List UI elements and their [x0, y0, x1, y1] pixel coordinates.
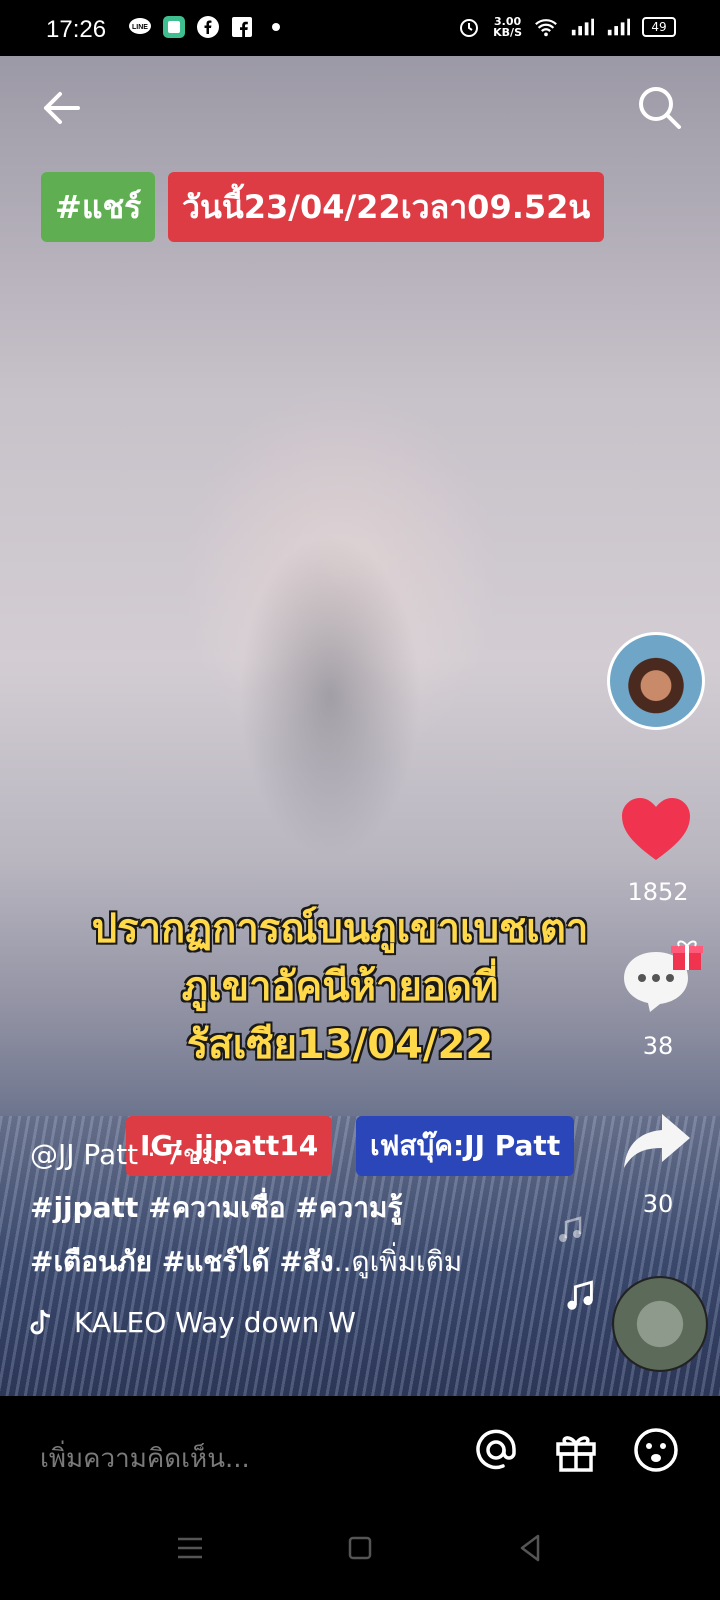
back-arrow-icon	[44, 92, 80, 124]
comment-count: 38	[642, 1032, 674, 1060]
gift-badge-icon	[670, 938, 704, 972]
share-arrow-icon	[624, 1114, 690, 1168]
video-overlay-title: ปรากฏการณ์บนภูเขาเบชเตา ภูเขาอัคนีห้ายอด…	[0, 900, 680, 1074]
facebook-square-icon	[230, 15, 254, 39]
status-bar: 17:26 LINE 3.00 KB/S 49	[0, 0, 720, 56]
like-count: 1852	[627, 878, 689, 906]
battery-indicator: 49	[642, 17, 676, 37]
network-speed: 3.00 KB/S	[493, 16, 522, 38]
menu-icon	[178, 1537, 202, 1559]
search-button[interactable]	[636, 84, 684, 132]
creator-avatar[interactable]	[607, 632, 705, 730]
recent-apps-button[interactable]	[170, 1528, 210, 1568]
emoji-icon	[634, 1428, 678, 1472]
line-app-icon: LINE	[128, 15, 152, 39]
music-info[interactable]: KALEO Way down W	[30, 1306, 356, 1339]
app-notification-icon	[162, 15, 186, 39]
gift-button[interactable]	[552, 1426, 600, 1474]
overlay-line-1: ปรากฏการณ์บนภูเขาเบชเตา	[91, 906, 589, 952]
mention-button[interactable]	[472, 1426, 520, 1474]
music-track-label: KALEO Way down W	[74, 1306, 356, 1339]
system-nav-bar	[0, 1528, 720, 1584]
share-button[interactable]	[622, 1112, 692, 1170]
at-sign-icon	[476, 1429, 516, 1470]
emoji-button[interactable]	[632, 1426, 680, 1474]
facebook-badge: เฟสบุ๊ค:JJ Patt	[356, 1116, 575, 1176]
svg-text:LINE: LINE	[132, 24, 148, 31]
alarm-icon	[457, 15, 481, 39]
wifi-icon	[534, 15, 558, 39]
back-button[interactable]	[38, 84, 86, 132]
home-button[interactable]	[340, 1528, 380, 1568]
notification-icons: LINE	[128, 15, 288, 39]
speed-unit: KB/S	[493, 26, 522, 39]
see-more-link[interactable]: ..ดูเพิ่มเติม	[334, 1245, 463, 1278]
facebook-icon	[196, 15, 220, 39]
share-count: 30	[642, 1190, 674, 1218]
tiktok-note-icon	[30, 1309, 51, 1334]
overlay-line-2: ภูเขาอัคนีห้ายอดที่	[181, 964, 499, 1010]
back-nav-button[interactable]	[510, 1528, 550, 1568]
creator-username[interactable]: @JJ Patt · 7ชม.	[30, 1133, 229, 1177]
date-time-label: วันนี้23/04/22เวลา09.52น	[168, 172, 605, 242]
heart-icon	[622, 798, 690, 860]
overlay-line-3: รัสเซีย13/04/22	[186, 1022, 494, 1068]
caption-hashtags-text[interactable]: #เตือนภัย #แชร์ได้ #สัง	[30, 1245, 334, 1278]
signal-icon	[570, 15, 594, 39]
system-icons: 3.00 KB/S 49	[457, 15, 676, 39]
dot-icon	[264, 15, 288, 39]
signal-icon-2	[606, 15, 630, 39]
music-disc[interactable]	[612, 1276, 708, 1372]
square-icon	[348, 1536, 372, 1560]
status-time: 17:26	[46, 16, 107, 43]
share-hashtag-label: #แชร์	[41, 172, 156, 242]
floating-note-icon	[556, 1216, 584, 1248]
comment-input[interactable]: เพิ่มความคิดเห็น...	[40, 1438, 250, 1479]
caption-hashtags-line-2[interactable]: #เตือนภัย #แชร์ได้ #สัง..ดูเพิ่มเติม	[30, 1240, 462, 1284]
like-button[interactable]	[620, 796, 692, 864]
search-icon	[639, 87, 681, 129]
caption-hashtags-line-1[interactable]: #jjpatt #ความเชื่อ #ความรู้	[30, 1186, 402, 1230]
triangle-back-icon	[520, 1534, 540, 1562]
floating-note-icon-2	[564, 1280, 596, 1316]
gift-icon	[556, 1436, 596, 1472]
